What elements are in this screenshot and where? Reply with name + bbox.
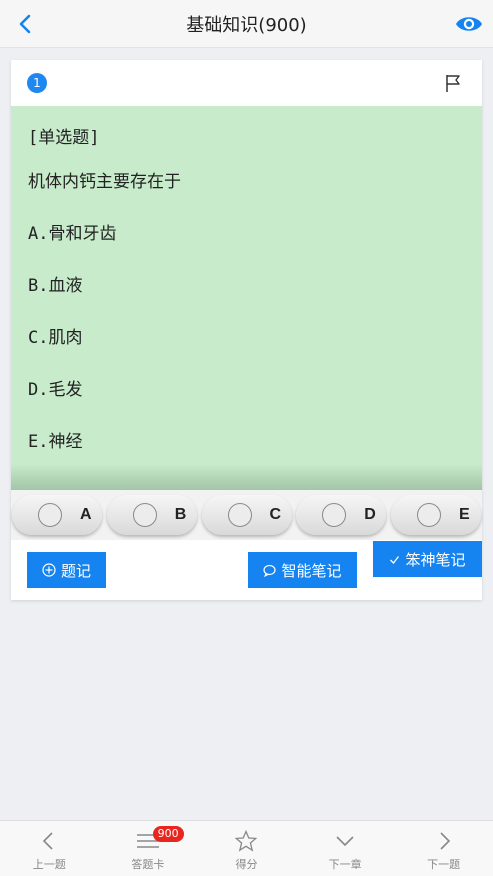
radio-circle-icon	[132, 503, 157, 527]
notes-toolbar: 题记 智能笔记 笨神笔记	[11, 541, 482, 600]
question-card: 1 [单选题] 机体内钙主要存在于 A.骨和牙齿 B.血液 C.肌肉 D.毛发 …	[11, 60, 482, 600]
option-e: E.神经	[28, 432, 83, 452]
option-a: A.骨和牙齿	[28, 224, 117, 244]
star-icon	[235, 830, 258, 852]
smart-notes-label: 智能笔记	[281, 561, 342, 580]
question-body: [单选题] 机体内钙主要存在于 A.骨和牙齿 B.血液 C.肌肉 D.毛发 E.…	[11, 106, 482, 490]
answer-letter: D	[364, 506, 376, 523]
radio-circle-icon	[322, 503, 347, 527]
flag-icon[interactable]	[444, 73, 462, 93]
score-label: 得分	[235, 858, 258, 871]
card-header: 1	[11, 60, 482, 106]
answer-letter: B	[174, 506, 187, 523]
chevron-down-icon	[336, 836, 354, 847]
answer-letter: A	[80, 506, 92, 523]
answer-card-label: 答题卡	[131, 858, 165, 871]
bottom-nav: 上一题 900 答题卡 得分 下一章 下一题	[0, 820, 493, 876]
next-question-label: 下一题	[427, 858, 461, 871]
answer-choices: A B C D E	[11, 490, 482, 540]
eye-icon[interactable]	[455, 12, 483, 36]
option-d: D.毛发	[28, 380, 83, 400]
check-icon	[390, 555, 400, 564]
radio-circle-icon	[38, 503, 62, 527]
back-chevron-icon[interactable]	[14, 12, 38, 36]
next-chapter-label: 下一章	[328, 858, 362, 871]
tiji-label: 题记	[60, 561, 91, 580]
prev-question-label: 上一题	[32, 858, 66, 871]
next-question-tab[interactable]: 下一题	[394, 821, 493, 876]
question-type: [单选题]	[28, 128, 100, 148]
question-count-badge: 900	[152, 826, 184, 842]
prev-question-tab[interactable]: 上一题	[0, 821, 99, 876]
radio-circle-icon	[417, 503, 441, 527]
answer-b-button[interactable]: B	[106, 495, 197, 535]
chat-bubble-icon	[263, 564, 277, 577]
tiji-button[interactable]: 题记	[27, 552, 106, 588]
answer-a-button[interactable]: A	[12, 495, 102, 535]
answer-c-button[interactable]: C	[201, 495, 292, 535]
answer-letter: C	[269, 506, 282, 523]
radio-circle-icon	[227, 503, 252, 527]
score-tab[interactable]: 得分	[197, 821, 296, 876]
answer-card-tab[interactable]: 900 答题卡	[99, 821, 198, 876]
answer-e-button[interactable]: E	[391, 495, 481, 535]
benshen-notes-label: 笨神笔记	[405, 550, 466, 569]
chevron-left-icon	[43, 832, 53, 850]
smart-notes-button[interactable]: 智能笔记	[248, 552, 357, 588]
benshen-notes-button[interactable]: 笨神笔记	[373, 541, 482, 577]
answer-letter: E	[459, 506, 470, 523]
chevron-right-icon	[440, 832, 450, 850]
top-bar: 基础知识(900)	[0, 0, 493, 48]
page-title: 基础知识(900)	[186, 14, 307, 36]
plus-circle-icon	[42, 563, 56, 577]
answer-d-button[interactable]: D	[296, 495, 387, 535]
next-chapter-tab[interactable]: 下一章	[296, 821, 395, 876]
option-c: C.肌肉	[28, 328, 83, 348]
option-b: B.血液	[28, 276, 83, 296]
question-number-badge: 1	[27, 73, 47, 93]
question-text: 机体内钙主要存在于	[28, 172, 181, 192]
